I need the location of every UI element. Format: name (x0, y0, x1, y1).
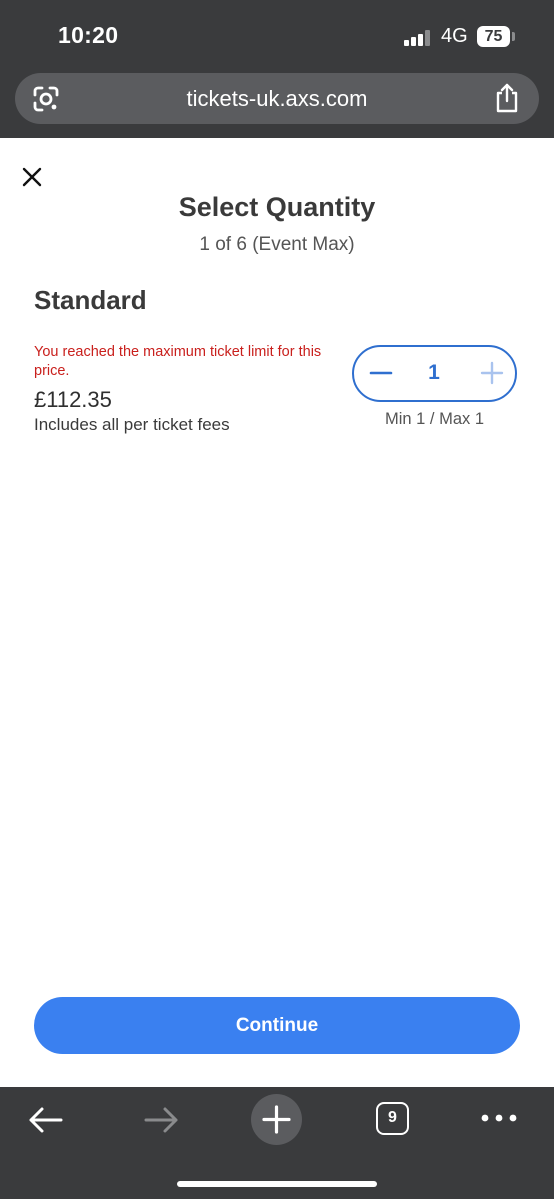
ticket-price: £112.35 (34, 387, 112, 412)
forward-button[interactable] (136, 1101, 186, 1139)
plus-icon (480, 361, 504, 385)
share-icon[interactable] (493, 82, 521, 114)
quantity-value: 1 (428, 361, 440, 384)
browser-bottom-toolbar: 9 (0, 1087, 554, 1199)
quantity-limits: Min 1 / Max 1 (384, 410, 485, 428)
home-indicator (177, 1181, 377, 1187)
new-tab-button[interactable] (251, 1094, 302, 1145)
more-dots-icon (481, 1114, 517, 1122)
battery-tip (512, 32, 515, 41)
status-time: 10:20 (58, 22, 119, 48)
fees-note: Includes all per ticket fees (34, 415, 230, 434)
continue-button[interactable]: Continue (34, 997, 520, 1054)
limit-warning: You reached the maximum ticket limit for… (34, 344, 322, 379)
plus-icon (262, 1105, 291, 1134)
tab-switcher-button[interactable]: 9 (376, 1102, 409, 1135)
address-bar[interactable]: tickets-uk.axs.com (15, 73, 539, 124)
signal-strength-icon (404, 29, 434, 46)
page-title: Select Quantity (178, 192, 376, 222)
decrease-quantity-button[interactable] (356, 347, 406, 399)
close-icon[interactable] (20, 165, 44, 189)
url-text[interactable]: tickets-uk.axs.com (15, 73, 539, 124)
ticket-type-name: Standard (34, 285, 147, 315)
increase-quantity-button[interactable] (467, 347, 517, 399)
battery-indicator: 75 (477, 26, 510, 47)
browser-top-chrome: 10:20 4G 75 tickets-uk.axs.com (0, 0, 554, 138)
forward-arrow-icon (144, 1107, 178, 1133)
more-menu-button[interactable] (478, 1103, 520, 1133)
quantity-stepper[interactable]: 1 (352, 345, 517, 402)
back-button[interactable] (21, 1101, 71, 1139)
minus-icon (369, 371, 393, 375)
back-arrow-icon (29, 1107, 63, 1133)
network-type: 4G (441, 25, 468, 47)
page-subtitle: 1 of 6 (Event Max) (199, 234, 355, 255)
